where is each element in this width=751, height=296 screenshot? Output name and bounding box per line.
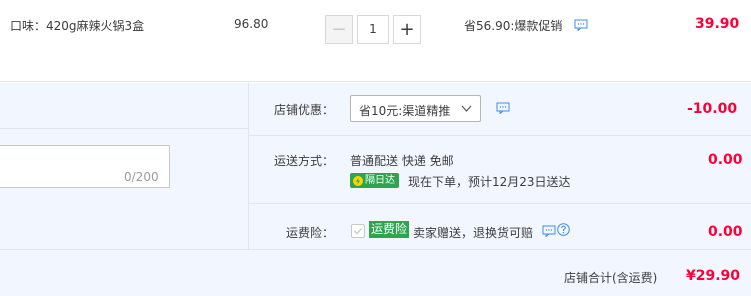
- promo-text: 省56.90:爆款促销: [464, 19, 563, 33]
- quantity-stepper[interactable]: − 1 +: [325, 15, 421, 44]
- shop-discount-select[interactable]: 省10元:渠道精推: [350, 95, 481, 122]
- next-day-badge-text: 隔日达: [365, 175, 395, 186]
- insurance-checkbox[interactable]: [351, 224, 365, 238]
- row-divider: [249, 135, 751, 136]
- shop-discount-selected: 省10元:渠道精推: [359, 104, 451, 118]
- chat-bubble-icon[interactable]: [542, 225, 556, 240]
- row-divider: [249, 203, 751, 204]
- shipping-amount: 0.00: [708, 152, 743, 168]
- shipping-label: 运送方式：: [273, 154, 334, 168]
- insurance-badge: 运费险: [369, 221, 410, 238]
- panel-divider: [248, 83, 249, 250]
- item-flavor: 口味：420g麻辣火锅3盒: [10, 19, 145, 33]
- decrease-button[interactable]: −: [325, 15, 353, 44]
- insurance-text: 卖家赠送，退换货可赔: [413, 226, 534, 240]
- shop-total-amount: ¥29.90: [686, 268, 741, 284]
- memo-char-count: 0/200: [124, 170, 159, 184]
- chevron-down-icon: [461, 103, 472, 117]
- question-icon[interactable]: [557, 223, 570, 239]
- insurance-amount: 0.00: [708, 224, 743, 240]
- checkbox-icon: [354, 228, 362, 235]
- next-day-badge: 隔日达: [350, 173, 399, 188]
- increase-button[interactable]: +: [393, 15, 421, 44]
- chat-bubble-icon[interactable]: [496, 102, 510, 117]
- chat-bubble-icon[interactable]: [574, 19, 588, 34]
- shop-total-label: 店铺合计(含运费): [564, 271, 658, 285]
- quantity-input[interactable]: 1: [357, 15, 389, 44]
- shipping-eta: 现在下单，预计12月23日送达: [408, 175, 571, 189]
- shop-discount-amount: -10.00: [687, 101, 738, 117]
- bolt-icon: [353, 175, 363, 186]
- shop-discount-label: 店铺优惠：: [273, 103, 334, 117]
- cart-item-row: 口味：420g麻辣火锅3盒 96.80 − 1 + 省56.90:爆款促销 39…: [0, 0, 751, 82]
- total-divider: [0, 249, 751, 250]
- memo-divider: [0, 128, 249, 129]
- item-subtotal: 39.90: [695, 16, 740, 32]
- item-unit-price: 96.80: [234, 17, 269, 31]
- shipping-method: 普通配送 快递 免邮: [350, 154, 454, 168]
- promo-info: 省56.90:爆款促销: [464, 17, 588, 34]
- insurance-label: 运费险：: [285, 226, 334, 240]
